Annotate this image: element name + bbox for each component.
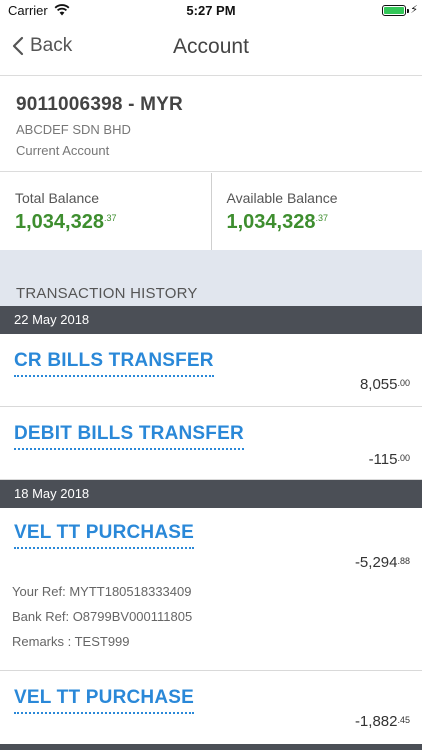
transaction-title[interactable]: DEBIT BILLS TRANSFER: [14, 423, 244, 450]
total-balance: Total Balance 1,034,328.37: [0, 173, 211, 250]
transaction-row[interactable]: DEBIT BILLS TRANSFER -115.00: [0, 407, 422, 480]
charging-icon: ⚡: [410, 4, 418, 16]
date-header: 22 May 2018: [0, 306, 422, 334]
transaction-title[interactable]: VEL TT PURCHASE: [14, 522, 195, 549]
remarks: Remarks : TEST999: [12, 634, 130, 649]
transaction-amount: 8,055.00: [359, 376, 410, 393]
transaction-history-header: TRANSACTION HISTORY: [0, 250, 422, 306]
chevron-left-icon: [12, 36, 24, 56]
transaction-row[interactable]: VEL TT PURCHASE -5,294.88 Your Ref: MYTT…: [0, 508, 422, 671]
available-balance: Available Balance 1,034,328.37: [210, 173, 422, 250]
status-bar: Carrier 5:27 PM ⚡: [0, 0, 422, 22]
bank-reference: Bank Ref: O8799BV000111805: [12, 609, 193, 624]
date-label: 22 May 2018: [14, 312, 90, 327]
total-balance-amount: 1,034,328.37: [15, 211, 117, 233]
status-time: 5:27 PM: [186, 3, 236, 18]
account-number: 9011006398 - MYR: [16, 94, 183, 115]
back-button[interactable]: Back: [12, 35, 72, 57]
total-balance-label: Total Balance: [15, 190, 100, 206]
battery-icon: [382, 5, 409, 16]
account-type: Current Account: [16, 143, 110, 158]
transaction-title[interactable]: VEL TT PURCHASE: [14, 687, 195, 714]
back-label: Back: [30, 35, 73, 56]
available-balance-label: Available Balance: [226, 190, 338, 206]
your-reference: Your Ref: MYTT180518333409: [12, 584, 192, 599]
available-balance-amount: 1,034,328.37: [226, 211, 329, 233]
account-header: 9011006398 - MYR ABCDEF SDN BHD Current …: [0, 76, 422, 172]
date-label: 18 May 2018: [14, 486, 90, 501]
transaction-amount: -115.00: [368, 451, 410, 468]
transaction-amount: -5,294.88: [354, 554, 410, 571]
section-title: TRANSACTION HISTORY: [16, 285, 198, 302]
date-header: 18 May 2018: [0, 480, 422, 508]
transaction-row[interactable]: CR BILLS TRANSFER 8,055.00: [0, 334, 422, 407]
account-company: ABCDEF SDN BHD: [16, 122, 131, 137]
transaction-amount: -1,882.45: [354, 713, 410, 730]
date-header: [0, 744, 422, 750]
balance-summary: Total Balance 1,034,328.37 Available Bal…: [0, 173, 422, 250]
transaction-title[interactable]: CR BILLS TRANSFER: [14, 350, 214, 377]
transaction-row[interactable]: VEL TT PURCHASE -1,882.45: [0, 671, 422, 744]
nav-bar: Back Account: [0, 22, 422, 76]
